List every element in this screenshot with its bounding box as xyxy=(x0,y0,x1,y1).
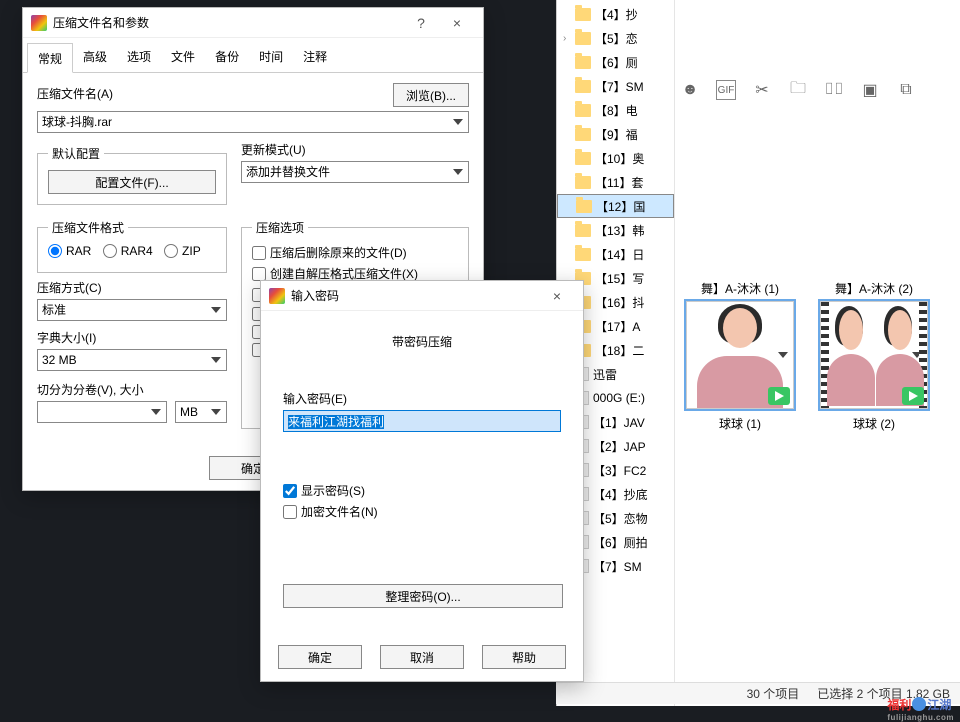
thumbnail-item[interactable]: 舞】A-沐沐 (1) 球球 (1) xyxy=(680,280,800,432)
password-dialog-title: 输入密码 xyxy=(291,287,539,304)
tab-backup[interactable]: 备份 xyxy=(205,42,249,72)
method-label: 压缩方式(C) xyxy=(37,279,227,296)
folder-icon xyxy=(575,152,591,165)
tree-item-selected[interactable]: 【12】国 xyxy=(557,194,674,218)
method-select[interactable]: 标准 xyxy=(37,299,227,321)
update-mode-select[interactable]: 添加并替换文件 xyxy=(241,161,469,183)
close-icon[interactable]: × xyxy=(439,15,475,31)
tree-item[interactable]: 【9】福 xyxy=(557,122,674,146)
update-mode-label: 更新模式(U) xyxy=(241,141,469,158)
password-ok-button[interactable]: 确定 xyxy=(278,645,362,669)
tab-options[interactable]: 选项 xyxy=(117,42,161,72)
tree-item[interactable]: 【4】抄 xyxy=(557,2,674,26)
tree-item[interactable]: 【14】日 xyxy=(557,242,674,266)
manage-passwords-button[interactable]: 整理密码(O)... xyxy=(283,584,563,608)
folder-icon xyxy=(575,248,591,261)
folder-icon xyxy=(575,8,591,21)
password-help-button[interactable]: 帮助 xyxy=(482,645,566,669)
folder-icon xyxy=(575,224,591,237)
format-rar4[interactable]: RAR4 xyxy=(103,244,153,258)
archive-dialog-title: 压缩文件名和参数 xyxy=(53,14,403,31)
thumbnail-caption: 球球 (1) xyxy=(680,415,800,432)
tab-general[interactable]: 常规 xyxy=(27,43,73,73)
password-cancel-button[interactable]: 取消 xyxy=(380,645,464,669)
cut-icon[interactable]: ✂ xyxy=(752,80,772,100)
video-badge-icon xyxy=(902,387,924,405)
show-password-checkbox[interactable]: 显示密码(S) xyxy=(283,482,365,499)
image-icon[interactable]: ▣ xyxy=(860,80,880,100)
tab-comment[interactable]: 注释 xyxy=(293,42,337,72)
thumbnail-pane: 舞】A-沐沐 (1) 球球 (1) 舞】A-沐沐 (2) 球球 (2) xyxy=(680,280,960,432)
browse-button[interactable]: 浏览(B)... xyxy=(393,83,469,107)
tab-files[interactable]: 文件 xyxy=(161,42,205,72)
folder-icon xyxy=(575,104,591,117)
tree-item[interactable]: 【11】套 xyxy=(557,170,674,194)
status-count: 30 个项目 xyxy=(747,685,800,702)
profiles-button[interactable]: 配置文件(F)... xyxy=(48,170,216,194)
profiles-group: 默认配置 配置文件(F)... xyxy=(37,145,227,205)
dict-label: 字典大小(I) xyxy=(37,329,227,346)
tree-item[interactable]: 【10】奥 xyxy=(557,146,674,170)
thumbnail-top-label: 舞】A-沐沐 (1) xyxy=(680,280,800,297)
thumbnail-caption: 球球 (2) xyxy=(814,415,934,432)
watermark: 福利江湖 fulijianghu.com xyxy=(887,696,954,722)
split-size-input[interactable] xyxy=(37,401,167,423)
encrypt-names-checkbox[interactable]: 加密文件名(N) xyxy=(283,503,378,520)
archive-tabs: 常规 高级 选项 文件 备份 时间 注释 xyxy=(23,42,483,73)
tree-item[interactable]: ›【5】恋 xyxy=(557,26,674,50)
folder-icon xyxy=(575,176,591,189)
winrar-icon xyxy=(269,288,285,304)
split-label: 切分为分卷(V), 大小 xyxy=(37,381,227,398)
password-label: 输入密码(E) xyxy=(283,390,561,407)
archive-name-label: 压缩文件名(A) xyxy=(37,85,385,102)
explorer-toolbar: ☻ GIF ✂ 🗀 ⌷⌷ ▣ ⧉ xyxy=(680,80,916,100)
winrar-icon xyxy=(31,15,47,31)
thumbnail-item[interactable]: 舞】A-沐沐 (2) 球球 (2) xyxy=(814,280,934,432)
password-dialog-titlebar: 输入密码 × xyxy=(261,281,583,311)
tree-item[interactable]: 【7】SM xyxy=(557,74,674,98)
screenshot-icon[interactable]: ⧉ xyxy=(896,80,916,100)
split-icon[interactable]: ⌷⌷ xyxy=(824,80,844,100)
gif-icon[interactable]: GIF xyxy=(716,80,736,100)
thumbnail-video[interactable] xyxy=(820,301,928,409)
password-input[interactable]: 来福利江湖找福利 xyxy=(283,410,561,432)
folder-icon xyxy=(575,128,591,141)
tree-item[interactable]: 【13】韩 xyxy=(557,218,674,242)
close-icon[interactable]: × xyxy=(539,288,575,304)
tree-item[interactable]: 【6】厕 xyxy=(557,50,674,74)
emoji-icon[interactable]: ☻ xyxy=(680,80,700,100)
thumbnail-top-label: 舞】A-沐沐 (2) xyxy=(814,280,934,297)
format-zip[interactable]: ZIP xyxy=(164,244,201,258)
tab-time[interactable]: 时间 xyxy=(249,42,293,72)
dict-select[interactable]: 32 MB xyxy=(37,349,227,371)
password-dialog: 输入密码 × 带密码压缩 输入密码(E) 来福利江湖找福利 显示密码(S) 加密… xyxy=(260,280,584,682)
help-icon[interactable]: ? xyxy=(403,15,439,31)
tab-advanced[interactable]: 高级 xyxy=(73,42,117,72)
format-legend: 压缩文件格式 xyxy=(48,219,128,236)
folder-icon xyxy=(575,56,591,69)
tree-item[interactable]: 【8】电 xyxy=(557,98,674,122)
folder-icon xyxy=(575,32,591,45)
video-badge-icon xyxy=(768,387,790,405)
folder-icon xyxy=(576,200,592,213)
format-rar[interactable]: RAR xyxy=(48,244,91,258)
thumbnail-image[interactable] xyxy=(686,301,794,409)
folder-icon[interactable]: 🗀 xyxy=(788,80,808,100)
archive-dialog-titlebar: 压缩文件名和参数 ? × xyxy=(23,8,483,38)
split-unit-select[interactable]: MB xyxy=(175,401,227,423)
options-legend: 压缩选项 xyxy=(252,219,308,236)
password-subtitle: 带密码压缩 xyxy=(283,333,561,350)
archive-name-input[interactable]: 球球-抖胸.rar xyxy=(37,111,469,133)
format-group: 压缩文件格式 RAR RAR4 ZIP xyxy=(37,219,227,273)
opt-delete-after[interactable]: 压缩后删除原来的文件(D) xyxy=(252,244,407,261)
profiles-legend: 默认配置 xyxy=(48,145,104,162)
folder-icon xyxy=(575,80,591,93)
